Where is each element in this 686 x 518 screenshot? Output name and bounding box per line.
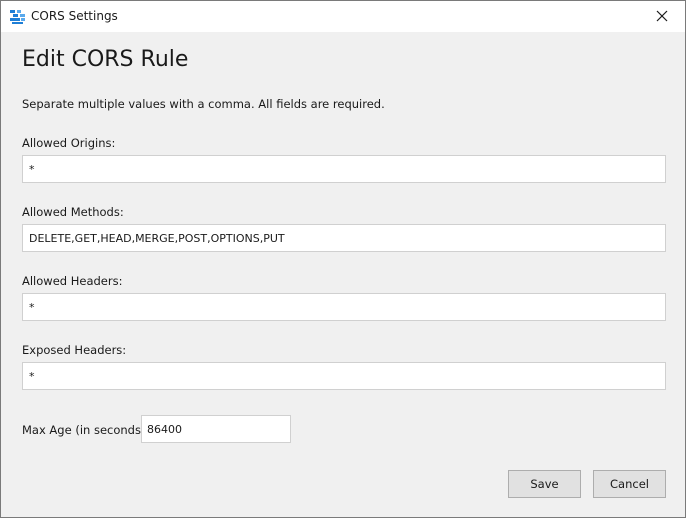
allowed-origins-label: Allowed Origins: [22, 136, 116, 150]
max-age-input[interactable] [141, 415, 291, 443]
window-title: CORS Settings [31, 9, 118, 23]
instructions-text: Separate multiple values with a comma. A… [22, 97, 385, 111]
allowed-headers-label: Allowed Headers: [22, 274, 123, 288]
allowed-methods-label: Allowed Methods: [22, 205, 124, 219]
cancel-button[interactable]: Cancel [593, 470, 666, 498]
dialog-content: Edit CORS Rule Separate multiple values … [1, 32, 685, 517]
allowed-origins-input[interactable] [22, 155, 666, 183]
allowed-headers-input[interactable] [22, 293, 666, 321]
cors-settings-window: CORS Settings Edit CORS Rule Separate mu… [0, 0, 686, 518]
exposed-headers-input[interactable] [22, 362, 666, 390]
close-button[interactable] [639, 1, 685, 32]
save-button[interactable]: Save [508, 470, 581, 498]
allowed-methods-input[interactable] [22, 224, 666, 252]
close-icon [656, 7, 668, 26]
max-age-label: Max Age (in seconds): [22, 423, 150, 437]
page-title: Edit CORS Rule [22, 47, 189, 72]
storage-explorer-icon [10, 9, 25, 24]
exposed-headers-label: Exposed Headers: [22, 343, 127, 357]
title-bar[interactable]: CORS Settings [1, 1, 685, 32]
